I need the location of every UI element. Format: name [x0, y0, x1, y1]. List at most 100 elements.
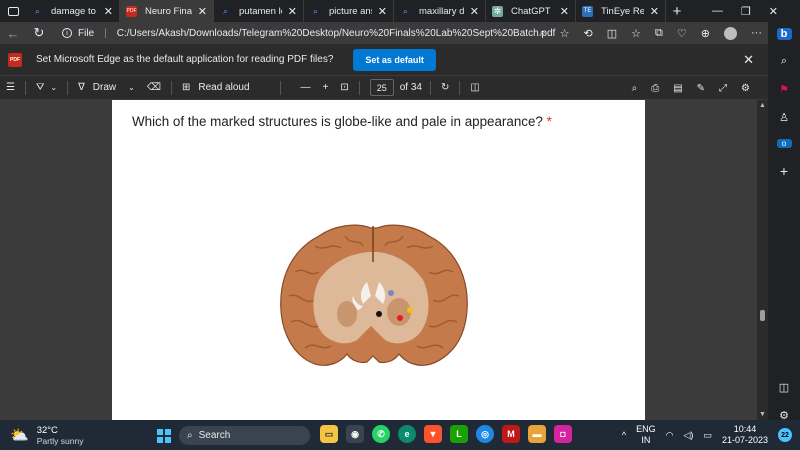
- url-text[interactable]: C:/Users/Akash/Downloads/Telegram%20Desk…: [117, 28, 556, 39]
- print-icon[interactable]: ⎙: [651, 83, 659, 94]
- settings-gear-icon[interactable]: ⚙: [741, 83, 750, 94]
- close-tab-icon[interactable]: ✕: [470, 5, 479, 18]
- zoom-out-button[interactable]: —: [295, 76, 317, 100]
- read-aloud-button[interactable]: ⊞ Read aloud: [176, 76, 256, 100]
- copilot-icon[interactable]: ⊕: [701, 27, 710, 40]
- tab-6[interactable]: TE TinEye Reverse ✕: [576, 0, 666, 22]
- tab-3[interactable]: ⌕ picture answer ✕: [304, 0, 394, 22]
- save-icon[interactable]: ▤: [673, 83, 682, 94]
- close-tab-icon[interactable]: ✕: [198, 5, 207, 18]
- chevron-up-icon[interactable]: ^: [622, 430, 626, 440]
- restore-button[interactable]: ❐: [741, 5, 751, 18]
- minimize-button[interactable]: —: [712, 5, 723, 17]
- tab-1[interactable]: PDF Neuro Finals La ✕: [120, 0, 214, 22]
- tab-bar: ⌕ damage to wer ✕ PDF Neuro Finals La ✕ …: [0, 0, 800, 22]
- weather-widget[interactable]: ⛅ 32°C Partly sunny: [10, 425, 83, 446]
- outlook-icon[interactable]: o: [776, 139, 792, 148]
- tab-4[interactable]: ⌕ maxillary divisi ✕: [394, 0, 486, 22]
- edge-icon[interactable]: e: [398, 425, 416, 443]
- scroll-up-icon[interactable]: ▲: [759, 102, 766, 109]
- search-icon: ⌕: [222, 5, 229, 16]
- zoom-in-button[interactable]: +: [317, 76, 335, 100]
- libreoffice-icon[interactable]: L: [450, 425, 468, 443]
- search-icon[interactable]: ⌕: [632, 83, 638, 94]
- close-tab-icon[interactable]: ✕: [560, 5, 569, 18]
- extensions-icon[interactable]: ⟲: [584, 27, 593, 40]
- tineye-icon: TE: [582, 5, 593, 17]
- infobar-message: Set Microsoft Edge as the default applic…: [36, 54, 334, 65]
- page-number-input[interactable]: 25: [369, 79, 394, 96]
- more-options-icon[interactable]: ···: [751, 27, 762, 39]
- address-bar: ← ↻ i File | C:/Users/Akash/Downloads/Te…: [0, 22, 768, 44]
- arc-icon[interactable]: ◎: [476, 425, 494, 443]
- draw-icon: ∇: [78, 82, 85, 93]
- bing-chat-icon[interactable]: b: [776, 28, 792, 40]
- highlight-icon[interactable]: ⛛ ⌄: [30, 76, 63, 100]
- camera-icon[interactable]: ◉: [346, 425, 364, 443]
- fit-page-icon[interactable]: ⊡: [334, 76, 354, 100]
- pdf-viewer[interactable]: Which of the marked structures is globe-…: [0, 100, 757, 420]
- notification-badge[interactable]: 22: [778, 428, 792, 442]
- avatar[interactable]: [724, 26, 737, 40]
- close-tab-icon[interactable]: ✕: [378, 5, 387, 18]
- close-tab-icon[interactable]: ✕: [104, 5, 113, 18]
- yellow-marker-dot: [407, 307, 413, 313]
- volume-icon[interactable]: ◁): [684, 430, 694, 441]
- hide-sidebar-icon[interactable]: ◫: [777, 381, 792, 394]
- scrollbar-thumb[interactable]: [760, 310, 765, 321]
- search-icon[interactable]: ⌕: [777, 55, 792, 68]
- close-tab-icon[interactable]: ✕: [650, 5, 659, 18]
- url-field[interactable]: i File | C:/Users/Akash/Downloads/Telegr…: [62, 28, 555, 39]
- clock[interactable]: 10:44 21-07-2023: [722, 424, 768, 446]
- taskbar-search[interactable]: ⌕ Search: [179, 426, 310, 445]
- chevron-down-icon[interactable]: ⌄: [128, 83, 135, 92]
- mcafee-icon[interactable]: M: [502, 425, 520, 443]
- zoom-icon[interactable]: ⌕: [540, 27, 546, 40]
- folder-icon[interactable]: ▬: [528, 425, 546, 443]
- close-tab-icon[interactable]: ✕: [288, 5, 297, 18]
- language-indicator[interactable]: ENG IN: [636, 424, 656, 446]
- favorites-icon[interactable]: ☆: [631, 27, 641, 40]
- fullscreen-icon[interactable]: ⤢: [719, 83, 727, 94]
- back-arrow-icon[interactable]: ←: [0, 26, 26, 41]
- rotate-icon[interactable]: ↻: [435, 76, 455, 100]
- favorite-star-icon[interactable]: ☆: [560, 27, 570, 40]
- add-icon[interactable]: +: [777, 163, 792, 179]
- whatsapp-icon[interactable]: ✆: [372, 425, 390, 443]
- close-icon[interactable]: ✕: [743, 52, 754, 68]
- refresh-icon[interactable]: ↻: [26, 25, 52, 41]
- contents-icon[interactable]: ☰: [0, 76, 21, 100]
- split-screen-icon[interactable]: ◫: [607, 27, 617, 40]
- wifi-icon[interactable]: ◠: [666, 430, 674, 441]
- windows-start-icon[interactable]: [157, 429, 171, 443]
- brain-section-image: [275, 222, 473, 380]
- browser-essentials-icon[interactable]: ♡: [677, 27, 687, 40]
- tab-5[interactable]: ✲ ChatGPT ✕: [486, 0, 576, 22]
- instagram-icon[interactable]: ◘: [554, 425, 572, 443]
- tools-icon[interactable]: ⚑: [777, 83, 792, 96]
- set-as-default-button[interactable]: Set as default: [353, 48, 436, 71]
- brave-icon[interactable]: ▼: [424, 425, 442, 443]
- taskbar-apps: ▭ ◉ ✆ e ▼ L ◎ M ▬ ◘: [320, 425, 572, 443]
- page-view-icon[interactable]: ◫: [464, 76, 485, 100]
- tab-2[interactable]: ⌕ putamen locati ✕: [214, 0, 304, 22]
- profile-icon[interactable]: ♙: [777, 111, 792, 124]
- save-as-icon[interactable]: ✎: [697, 83, 705, 94]
- scroll-down-icon[interactable]: ▼: [759, 411, 766, 418]
- tab-0[interactable]: ⌕ damage to wer ✕: [26, 0, 120, 22]
- search-icon: ⌕: [312, 5, 319, 16]
- draw-button[interactable]: ∇ Draw ⌄: [72, 76, 141, 100]
- eraser-icon[interactable]: ⌫: [141, 76, 167, 100]
- collections-icon[interactable]: ⧉: [655, 27, 663, 40]
- chatgpt-icon: ✲: [492, 5, 503, 17]
- search-icon: ⌕: [34, 5, 41, 16]
- close-window-button[interactable]: ✕: [769, 5, 778, 18]
- info-icon[interactable]: i: [62, 28, 72, 38]
- file-explorer-icon[interactable]: ▭: [320, 425, 338, 443]
- vertical-scrollbar[interactable]: ▲ ▼: [757, 100, 768, 420]
- pdf-page: Which of the marked structures is globe-…: [112, 100, 645, 420]
- window-menu-icon[interactable]: [0, 0, 26, 22]
- new-tab-button[interactable]: +: [666, 3, 688, 20]
- battery-icon[interactable]: ▭: [703, 430, 712, 441]
- partly-sunny-icon: ⛅: [10, 427, 29, 444]
